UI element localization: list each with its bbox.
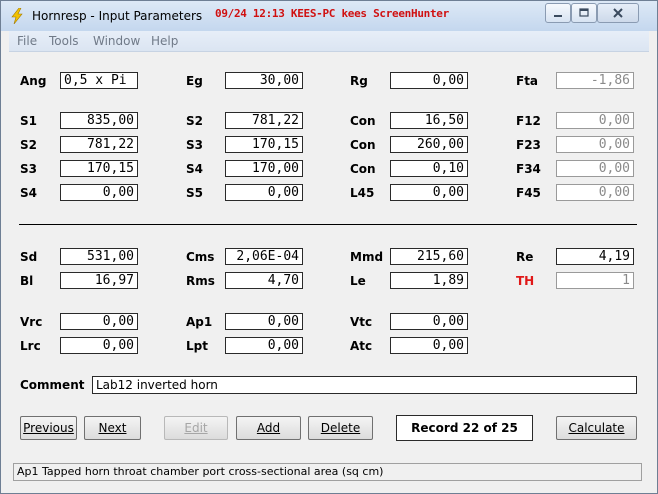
label-f23: F23 (516, 138, 541, 152)
field-ang[interactable]: 0,5 x Pi (60, 72, 138, 89)
section-divider (19, 224, 637, 225)
delete-button[interactable]: Delete (308, 416, 373, 440)
field-ap1[interactable]: 0,00 (225, 313, 303, 330)
label-eg: Eg (186, 74, 203, 88)
field-mmd[interactable]: 215,60 (390, 248, 468, 265)
field-sd[interactable]: 531,00 (60, 248, 138, 265)
label-ang: Ang (20, 74, 47, 88)
label-f34: F34 (516, 162, 541, 176)
screenhunter-overlay-text: 09/24 12:13 KEES-PC kees ScreenHunter (215, 7, 449, 20)
label-vrc: Vrc (20, 315, 43, 329)
field-con-1[interactable]: 16,50 (390, 112, 468, 129)
field-fta: -1,86 (556, 72, 634, 89)
label-f12: F12 (516, 114, 541, 128)
label-l45: L45 (350, 186, 375, 200)
record-indicator: Record 22 of 25 (396, 415, 533, 441)
minimize-button[interactable] (545, 3, 571, 23)
label-fta: Fta (516, 74, 539, 88)
field-le[interactable]: 1,89 (390, 272, 468, 289)
field-f23: 0,00 (556, 136, 634, 153)
app-window: Hornresp - Input Parameters 09/24 12:13 … (0, 0, 658, 494)
field-re[interactable]: 4,19 (556, 248, 634, 265)
label-con-3: Con (350, 162, 376, 176)
label-comment: Comment (20, 378, 85, 392)
field-f12: 0,00 (556, 112, 634, 129)
field-vtc[interactable]: 0,00 (390, 313, 468, 330)
field-f45: 0,00 (556, 184, 634, 201)
menu-tools[interactable]: Tools (49, 34, 79, 48)
field-vrc[interactable]: 0,00 (60, 313, 138, 330)
field-bl[interactable]: 16,97 (60, 272, 138, 289)
label-re: Re (516, 250, 534, 264)
label-bl: Bl (20, 274, 34, 288)
label-s5: S5 (186, 186, 203, 200)
edit-button[interactable]: Edit (164, 416, 228, 440)
label-s1: S1 (20, 114, 37, 128)
previous-button[interactable]: Previous (20, 416, 77, 440)
label-vtc: Vtc (350, 315, 373, 329)
label-atc: Atc (350, 339, 373, 353)
lightning-icon (9, 7, 25, 25)
field-cms[interactable]: 2,06E-04 (225, 248, 303, 265)
field-s5[interactable]: 0,00 (225, 184, 303, 201)
label-s4: S4 (20, 186, 37, 200)
add-button[interactable]: Add (236, 416, 301, 440)
label-rg: Rg (350, 74, 368, 88)
field-s1[interactable]: 835,00 (60, 112, 138, 129)
label-th: TH (516, 274, 535, 288)
field-eg[interactable]: 30,00 (225, 72, 303, 89)
field-s2[interactable]: 781,22 (60, 136, 138, 153)
field-rg[interactable]: 0,00 (390, 72, 468, 89)
label-mmd: Mmd (350, 250, 384, 264)
field-s2-col2[interactable]: 781,22 (225, 112, 303, 129)
input-parameters-panel: Ang 0,5 x Pi Eg 30,00 Rg 0,00 Fta -1,86 … (9, 52, 649, 484)
close-button[interactable] (597, 3, 639, 23)
calculate-button[interactable]: Calculate (556, 416, 637, 440)
field-s4[interactable]: 0,00 (60, 184, 138, 201)
field-s4-col2[interactable]: 170,00 (225, 160, 303, 177)
label-lpt: Lpt (186, 339, 208, 353)
field-th: 1 (556, 272, 634, 289)
label-le: Le (350, 274, 366, 288)
label-ap1: Ap1 (186, 315, 213, 329)
label-cms: Cms (186, 250, 215, 264)
label-s2: S2 (20, 138, 37, 152)
title-bar[interactable]: Hornresp - Input Parameters 09/24 12:13 … (1, 1, 657, 31)
field-s3[interactable]: 170,15 (60, 160, 138, 177)
field-lpt[interactable]: 0,00 (225, 337, 303, 354)
label-s3-col2: S3 (186, 138, 203, 152)
comment-field[interactable]: Lab12 inverted horn (92, 376, 637, 394)
label-f45: F45 (516, 186, 541, 200)
field-con-2[interactable]: 260,00 (390, 136, 468, 153)
label-s2-col2: S2 (186, 114, 203, 128)
menu-file[interactable]: File (17, 34, 37, 48)
menu-window[interactable]: Window (93, 34, 140, 48)
menu-bar: File Tools Window Help (9, 31, 649, 52)
field-f34: 0,00 (556, 160, 634, 177)
window-title: Hornresp - Input Parameters (32, 9, 203, 23)
field-lrc[interactable]: 0,00 (60, 337, 138, 354)
label-s3: S3 (20, 162, 37, 176)
label-con-2: Con (350, 138, 376, 152)
label-con-1: Con (350, 114, 376, 128)
maximize-button[interactable] (571, 3, 597, 23)
field-rms[interactable]: 4,70 (225, 272, 303, 289)
field-s3-col2[interactable]: 170,15 (225, 136, 303, 153)
menu-help[interactable]: Help (151, 34, 178, 48)
status-bar: Ap1 Tapped horn throat chamber port cros… (13, 463, 642, 481)
label-s4-col2: S4 (186, 162, 203, 176)
label-sd: Sd (20, 250, 38, 264)
next-button[interactable]: Next (84, 416, 141, 440)
field-l45[interactable]: 0,00 (390, 184, 468, 201)
field-con-3[interactable]: 0,10 (390, 160, 468, 177)
label-rms: Rms (186, 274, 215, 288)
field-atc[interactable]: 0,00 (390, 337, 468, 354)
label-lrc: Lrc (20, 339, 41, 353)
